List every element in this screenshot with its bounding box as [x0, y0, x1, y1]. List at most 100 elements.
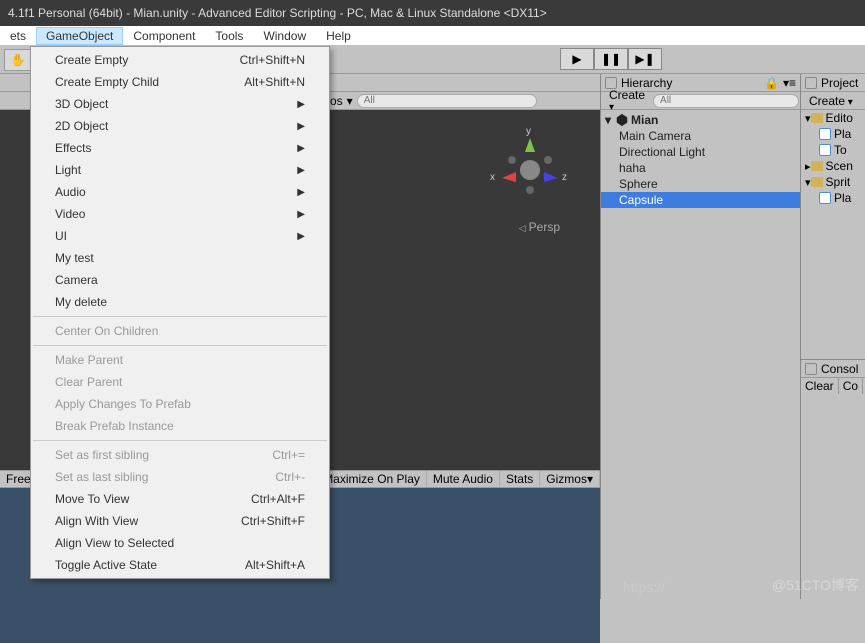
gameobject-dropdown-menu: Create EmptyCtrl+Shift+N Create Empty Ch… — [30, 46, 330, 579]
hierarchy-tree: ▾ Mian Main Camera Directional Light hah… — [601, 110, 800, 210]
menu-camera[interactable]: Camera — [31, 269, 329, 291]
menu-video[interactable]: Video▶ — [31, 203, 329, 225]
submenu-arrow-icon: ▶ — [297, 143, 305, 154]
clear-button[interactable]: Clear — [801, 378, 839, 394]
menu-gameobject[interactable]: GameObject — [36, 27, 123, 45]
menu-my-test[interactable]: My test — [31, 247, 329, 269]
menu-window[interactable]: Window — [253, 27, 316, 45]
collapse-button[interactable]: Co — [839, 378, 863, 394]
menu-my-delete[interactable]: My delete — [31, 291, 329, 313]
script-icon — [819, 144, 831, 156]
menu-ui[interactable]: UI▶ — [31, 225, 329, 247]
menu-create-empty[interactable]: Create EmptyCtrl+Shift+N — [31, 49, 329, 71]
menu-audio[interactable]: Audio▶ — [31, 181, 329, 203]
game-gizmos-dropdown[interactable]: Gizmos ▾ — [540, 471, 600, 487]
hierarchy-item[interactable]: haha — [601, 160, 800, 176]
script-item[interactable]: Pla — [801, 190, 865, 206]
menu-align-view-to-selected[interactable]: Align View to Selected — [31, 532, 329, 554]
menu-separator — [33, 440, 327, 441]
step-button[interactable]: ▶❚ — [628, 48, 662, 70]
menu-2d-object[interactable]: 2D Object▶ — [31, 115, 329, 137]
console-toolbar: Clear Co — [801, 378, 865, 394]
menu-align-with-view[interactable]: Align With ViewCtrl+Shift+F — [31, 510, 329, 532]
menu-tools[interactable]: Tools — [205, 27, 253, 45]
stats-toggle[interactable]: Stats — [500, 471, 540, 487]
project-create-button[interactable]: Create ▾ — [805, 94, 857, 108]
hierarchy-item[interactable]: Sphere — [601, 176, 800, 192]
menu-set-last-sibling: Set as last siblingCtrl+- — [31, 466, 329, 488]
script-item[interactable]: Pla — [801, 126, 865, 142]
menu-set-first-sibling: Set as first siblingCtrl+= — [31, 444, 329, 466]
project-tree: ▾Edito Pla To ▸Scen ▾Sprit Pla — [801, 110, 865, 206]
window-title: 4.1f1 Personal (64bit) - Mian.unity - Ad… — [8, 6, 547, 20]
project-toolbar: Create ▾ — [801, 92, 865, 110]
menu-help[interactable]: Help — [316, 27, 361, 45]
menu-apply-prefab: Apply Changes To Prefab — [31, 393, 329, 415]
hierarchy-create-button[interactable]: Create ▾ — [605, 88, 649, 113]
console-header[interactable]: Consol — [801, 360, 865, 378]
project-title: Project — [821, 76, 858, 90]
hierarchy-panel: Hierarchy 🔒 ▾≡ Create ▾ ▾ Mian Main Came… — [600, 74, 800, 599]
menu-create-empty-child[interactable]: Create Empty ChildAlt+Shift+N — [31, 71, 329, 93]
folder-icon — [811, 177, 823, 187]
menu-effects[interactable]: Effects▶ — [31, 137, 329, 159]
menu-component[interactable]: Component — [123, 27, 205, 45]
menu-separator — [33, 345, 327, 346]
hierarchy-search-input[interactable] — [653, 94, 799, 108]
foldout-icon[interactable]: ▾ — [605, 113, 615, 127]
scene-search-input[interactable] — [357, 94, 537, 108]
hierarchy-toolbar: Create ▾ — [601, 92, 800, 110]
panel-menu-icon[interactable]: ▾≡ — [783, 76, 796, 90]
watermark: @51CTO博客 — [772, 575, 859, 595]
lock-icon[interactable]: 🔒 — [764, 76, 779, 90]
menu-3d-object[interactable]: 3D Object▶ — [31, 93, 329, 115]
menu-bar: ets GameObject Component Tools Window He… — [0, 26, 865, 46]
folder-item[interactable]: ▸Scen — [801, 158, 865, 174]
submenu-arrow-icon: ▶ — [297, 231, 305, 242]
menu-light[interactable]: Light▶ — [31, 159, 329, 181]
scene-root[interactable]: ▾ Mian — [601, 112, 800, 128]
hierarchy-item[interactable]: Directional Light — [601, 144, 800, 160]
gizmos-arrow-icon: ▾ — [347, 94, 353, 108]
maximize-toggle[interactable]: Maximize On Play — [317, 471, 427, 487]
project-header[interactable]: Project — [801, 74, 865, 92]
folder-item[interactable]: ▾Sprit — [801, 174, 865, 190]
menu-break-prefab: Break Prefab Instance — [31, 415, 329, 437]
console-panel: Consol Clear Co — [800, 359, 865, 599]
menu-make-parent: Make Parent — [31, 349, 329, 371]
perspective-label[interactable]: ◁ Persp — [519, 220, 560, 234]
pause-button[interactable]: ❚❚ — [594, 48, 628, 70]
menu-assets[interactable]: ets — [0, 27, 36, 45]
hand-tool-button[interactable]: ✋ — [4, 49, 32, 71]
folder-icon — [811, 161, 823, 171]
script-icon — [819, 192, 831, 204]
mute-toggle[interactable]: Mute Audio — [427, 471, 500, 487]
script-item[interactable]: To — [801, 142, 865, 158]
menu-clear-parent: Clear Parent — [31, 371, 329, 393]
script-icon — [819, 128, 831, 140]
menu-move-to-view[interactable]: Move To ViewCtrl+Alt+F — [31, 488, 329, 510]
z-axis-label: z — [562, 172, 567, 183]
scene-name: Mian — [631, 113, 658, 127]
folder-icon — [811, 113, 823, 123]
hierarchy-item-selected[interactable]: Capsule — [601, 192, 800, 208]
hierarchy-tab-icon — [605, 77, 617, 89]
submenu-arrow-icon: ▶ — [297, 165, 305, 176]
hierarchy-item[interactable]: Main Camera — [601, 128, 800, 144]
watermark-url: https:// — [623, 579, 665, 595]
submenu-arrow-icon: ▶ — [297, 121, 305, 132]
submenu-arrow-icon: ▶ — [297, 99, 305, 110]
menu-separator — [33, 316, 327, 317]
x-axis-label: x — [490, 172, 495, 183]
title-bar: 4.1f1 Personal (64bit) - Mian.unity - Ad… — [0, 0, 865, 26]
folder-item[interactable]: ▾Edito — [801, 110, 865, 126]
project-tab-icon — [805, 77, 817, 89]
play-controls: ▶ ❚❚ ▶❚ — [560, 48, 662, 70]
menu-toggle-active[interactable]: Toggle Active StateAlt+Shift+A — [31, 554, 329, 576]
menu-center-on-children: Center On Children — [31, 320, 329, 342]
y-axis-label: y — [526, 126, 531, 137]
submenu-arrow-icon: ▶ — [297, 209, 305, 220]
orientation-gizmo[interactable]: y x z — [490, 130, 570, 210]
unity-icon — [615, 113, 629, 127]
play-button[interactable]: ▶ — [560, 48, 594, 70]
